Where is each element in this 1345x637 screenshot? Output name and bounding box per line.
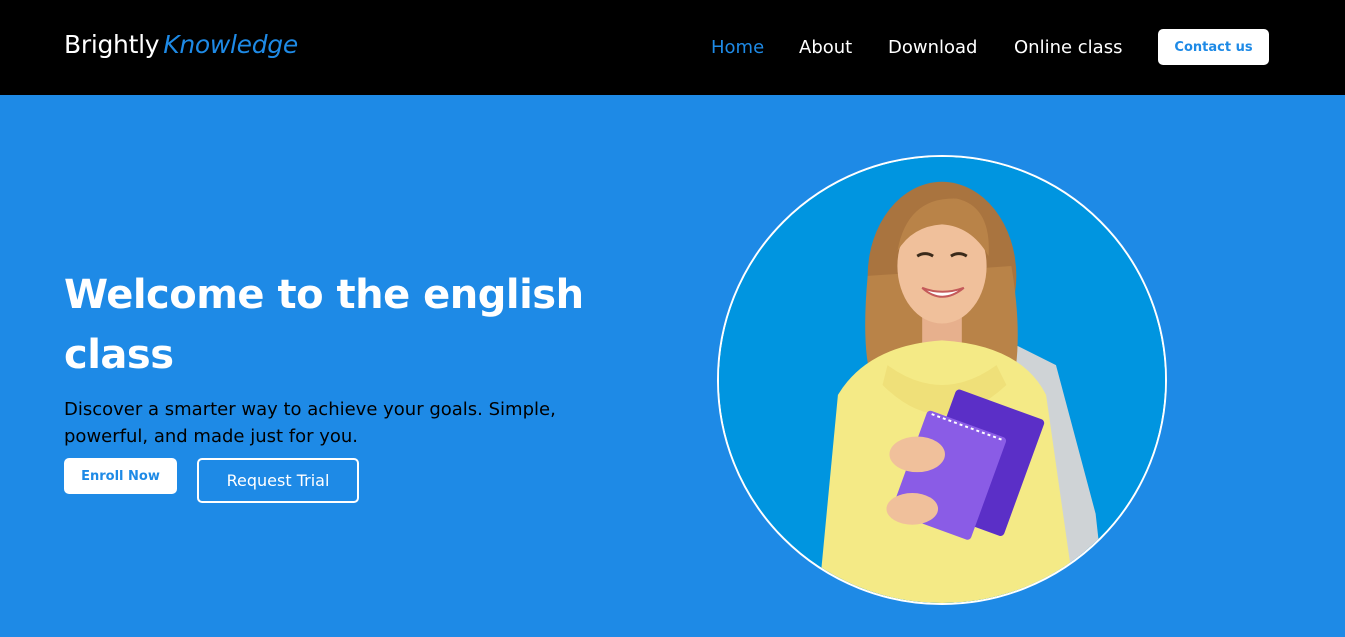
student-illustration — [719, 157, 1165, 603]
hero-title: Welcome to the english class — [64, 272, 584, 378]
brand-logo[interactable]: Brightly Knowledge — [64, 30, 298, 59]
nav-item-about[interactable]: About — [799, 36, 852, 60]
nav-item-download[interactable]: Download — [888, 36, 977, 60]
enroll-now-button[interactable]: Enroll Now — [64, 458, 177, 494]
hero-subtitle: Discover a smarter way to achieve your g… — [64, 399, 556, 447]
contact-us-button[interactable]: Contact us — [1158, 29, 1269, 65]
request-trial-button[interactable]: Request Trial — [197, 458, 359, 503]
nav-item-online-class[interactable]: Online class — [1014, 36, 1122, 60]
hero-student-image — [717, 155, 1167, 605]
navbar: Brightly Knowledge Home About Download On… — [0, 0, 1345, 95]
brand-accent: Knowledge — [163, 30, 298, 59]
brand-name: Brightly — [64, 30, 160, 59]
nav-item-home[interactable]: Home — [711, 36, 764, 60]
